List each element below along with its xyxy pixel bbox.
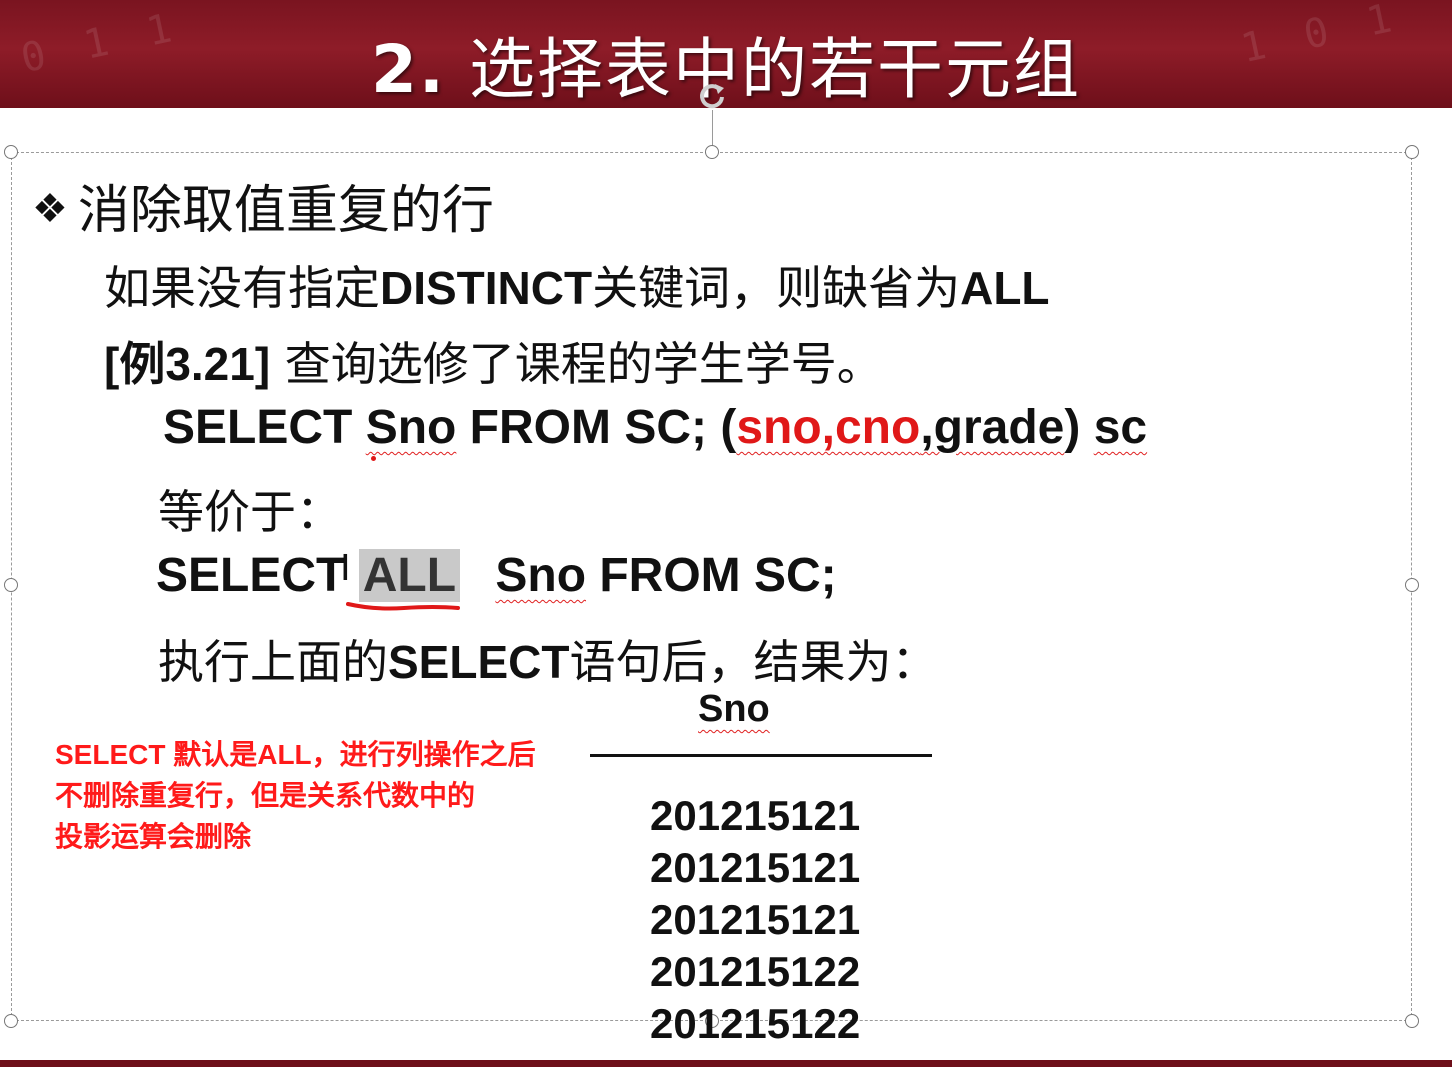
red-ink-underline (346, 602, 460, 611)
slide-bottom-bar (0, 1060, 1452, 1067)
resize-handle-bottom-left[interactable] (4, 1014, 18, 1028)
sql-from: FROM SC; (586, 549, 837, 602)
select-keyword: SELECT (388, 636, 570, 688)
result-value: 201215121 (650, 792, 861, 839)
schema-close: ) (1064, 401, 1094, 454)
distinct-keyword: DISTINCT (380, 262, 593, 314)
ink-dot (371, 456, 376, 461)
example-line[interactable]: [例3.21] 查询选修了课程的学生学号。 (104, 328, 883, 394)
schema-sno-cno: sno,cno (736, 401, 921, 454)
resize-handle-left[interactable] (4, 578, 18, 592)
sql-select: SELECT (156, 549, 346, 602)
sql-select: SELECT (163, 401, 366, 454)
text-cursor-icon: Ⅰ (340, 548, 351, 589)
resize-handle-top-right[interactable] (1405, 145, 1419, 159)
bullet-heading[interactable]: ❖ 消除取值重复的行 (32, 168, 494, 243)
exec-text-1: 执行上面的 (158, 635, 388, 689)
result-header-text: Sno (698, 688, 770, 730)
resize-handle-bottom-right[interactable] (1405, 1014, 1419, 1028)
rotate-connector (712, 110, 713, 148)
resize-handle-right[interactable] (1405, 578, 1419, 592)
diamond-bullet-icon: ❖ (32, 186, 68, 232)
line2-text-1: 如果没有指定 (104, 261, 380, 315)
red-annotation[interactable]: SELECT 默认是ALL，进行列操作之后 不删除重复行，但是关系代数中的 投影… (55, 734, 536, 857)
title-text: 选择表中的若干元组 (468, 31, 1081, 108)
result-intro-line[interactable]: 执行上面的SELECT语句后，结果为： (158, 626, 937, 692)
sql-statement-1[interactable]: SELECT Sno FROM SC; (sno,cno,grade) sc (163, 400, 1147, 455)
annotation-line: 投影运算会删除 (55, 821, 252, 852)
example-label: [例3.21] (104, 338, 271, 390)
sql-statement-2[interactable]: SELECT ALL Sno FROM SC; (156, 548, 837, 603)
schema-grade: ,grade (920, 401, 1065, 454)
result-value: 201215122 (650, 948, 861, 995)
result-value: 201215122 (650, 1000, 861, 1047)
annotation-line: SELECT 默认是ALL，进行列操作之后 (55, 739, 536, 770)
annotation-line: 不删除重复行，但是关系代数中的 (55, 780, 476, 811)
sql-column-sno: Sno (365, 401, 457, 454)
default-all-line[interactable]: 如果没有指定DISTINCT关键词，则缺省为ALL (104, 252, 1050, 318)
resize-handle-top[interactable] (705, 145, 719, 159)
title-number: 2. (371, 31, 446, 108)
line2-text-2: 关键词，则缺省为 (592, 261, 961, 315)
equivalent-label[interactable]: 等价于： (158, 476, 342, 542)
example-text: 查询选修了课程的学生学号。 (270, 337, 883, 391)
sql-from: FROM SC; ( (456, 401, 737, 454)
all-keyword-highlight[interactable]: ALL (358, 549, 461, 602)
all-keyword: ALL (960, 262, 1050, 314)
result-value: 201215121 (650, 844, 861, 891)
sql-column-sno: Sno (495, 549, 587, 602)
bullet-heading-text: 消除取值重复的行 (77, 181, 494, 241)
result-value: 201215121 (650, 896, 861, 943)
schema-table-sc: sc (1093, 401, 1148, 454)
result-header-rule (590, 754, 932, 757)
result-values-list: 201215121 201215121 201215121 201215122 … (650, 790, 860, 1050)
resize-handle-top-left[interactable] (4, 145, 18, 159)
rotate-icon[interactable] (697, 80, 727, 110)
result-column-header: Sno (698, 688, 770, 731)
exec-text-2: 语句后，结果为： (569, 635, 938, 689)
